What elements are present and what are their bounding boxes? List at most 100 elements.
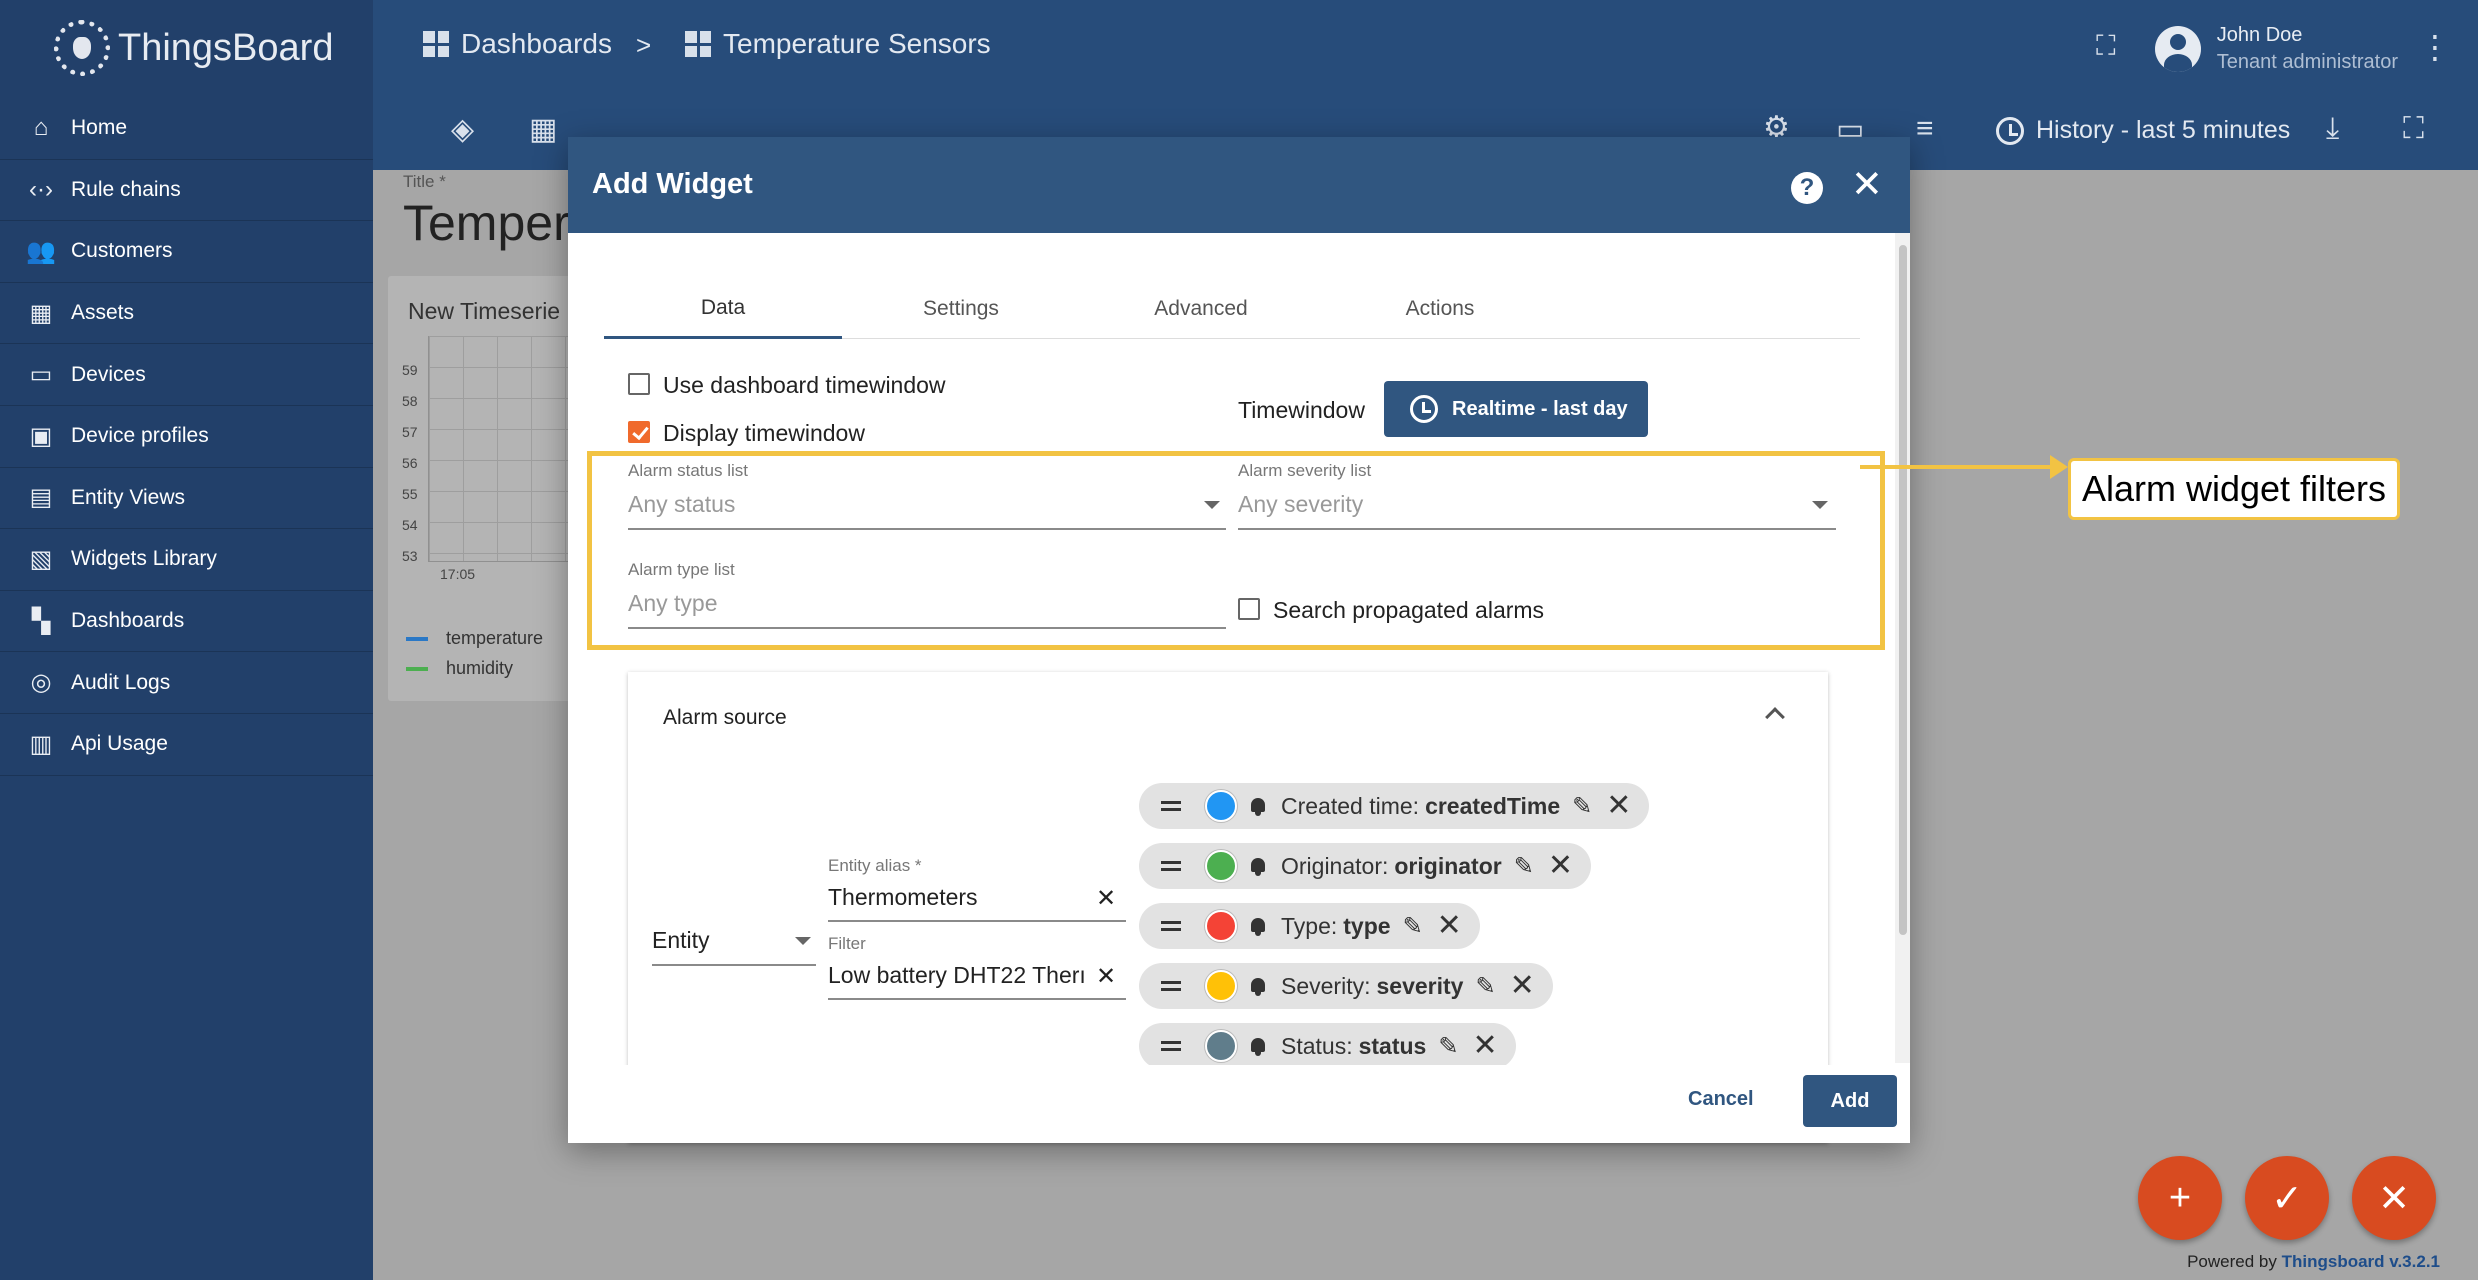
edit-icon[interactable]: ✎ xyxy=(1475,972,1495,1001)
alarm-source-title: Alarm source xyxy=(663,706,787,729)
drag-handle-icon[interactable] xyxy=(1161,801,1181,811)
entity-views-icon: ▤ xyxy=(29,484,53,512)
sidebar-item-customers[interactable]: 👥 Customers xyxy=(0,221,373,283)
close-icon[interactable]: ✕ xyxy=(1851,165,1883,205)
sidebar-item-widgets-library[interactable]: ▧ Widgets Library xyxy=(0,529,373,591)
tab-advanced[interactable]: Advanced xyxy=(1082,279,1320,339)
cancel-button[interactable]: Cancel xyxy=(1688,1088,1754,1111)
alarm-bell-icon xyxy=(1249,976,1267,996)
layers-icon[interactable]: ◈ xyxy=(451,112,474,147)
edit-icon[interactable]: ✎ xyxy=(1572,792,1592,821)
audit-logs-icon: ◎ xyxy=(30,669,52,697)
remove-icon[interactable]: ✕ xyxy=(1510,971,1535,1001)
assets-icon: ▦ xyxy=(29,299,53,327)
help-icon[interactable]: ? xyxy=(1791,172,1823,204)
remove-icon[interactable]: ✕ xyxy=(1437,911,1462,941)
color-swatch xyxy=(1205,850,1237,882)
title-label: Title * xyxy=(403,172,446,191)
data-key-chip[interactable]: Status: status ✎ ✕ xyxy=(1139,1023,1516,1069)
decline-changes-fab[interactable]: ✕ xyxy=(2352,1156,2436,1240)
y-tick: 57 xyxy=(402,424,418,440)
edit-icon[interactable]: ✎ xyxy=(1438,1032,1458,1061)
powered-link[interactable]: Thingsboard v.3.2.1 xyxy=(2282,1252,2440,1271)
use-dashboard-timewindow-label: Use dashboard timewindow xyxy=(663,372,946,398)
display-timewindow-checkbox[interactable] xyxy=(628,421,650,443)
fullscreen-icon[interactable]: ⛶ xyxy=(2096,30,2116,63)
fullscreen-dashboard-icon[interactable]: ⛶ xyxy=(2403,112,2424,146)
y-tick: 56 xyxy=(402,455,418,471)
more-vert-icon[interactable]: ⋮ xyxy=(2419,28,2451,66)
title-value[interactable]: Temper xyxy=(403,194,570,252)
device-profile-icon: ▣ xyxy=(29,422,53,450)
alarm-bell-icon xyxy=(1249,916,1267,936)
app-name: ThingsBoard xyxy=(118,26,334,69)
filter-icon[interactable]: ≡ xyxy=(1916,112,1934,146)
data-key-chip[interactable]: Originator: originator ✎ ✕ xyxy=(1139,843,1591,889)
drag-handle-icon[interactable] xyxy=(1161,921,1181,931)
clear-alias-icon[interactable]: ✕ xyxy=(1096,884,1116,913)
plus-icon: + xyxy=(2168,1176,2192,1219)
close-icon: ✕ xyxy=(2378,1177,2410,1220)
data-key-chip[interactable]: Created time: createdTime ✎ ✕ xyxy=(1139,783,1650,829)
color-swatch xyxy=(1205,970,1237,1002)
source-type-select[interactable]: Entity xyxy=(652,927,710,954)
clock-icon xyxy=(1410,395,1438,423)
use-dashboard-timewindow-checkbox[interactable] xyxy=(628,373,650,395)
logo[interactable]: ThingsBoard xyxy=(54,18,333,78)
tab-settings[interactable]: Settings xyxy=(842,279,1080,339)
edit-icon[interactable]: ✎ xyxy=(1403,912,1423,941)
sidebar-item-api-usage[interactable]: ▥ Api Usage xyxy=(0,714,373,776)
add-button[interactable]: Add xyxy=(1803,1075,1897,1127)
tab-actions[interactable]: Actions xyxy=(1321,279,1559,339)
sidebar-item-dashboards[interactable]: ▚ Dashboards xyxy=(0,591,373,653)
alarm-filters-highlight xyxy=(587,451,1885,650)
alarm-bell-icon xyxy=(1249,1036,1267,1056)
filter-input[interactable]: Low battery DHT22 Therı xyxy=(828,962,1090,989)
widgets-icon: ▧ xyxy=(29,545,53,573)
color-swatch xyxy=(1205,910,1237,942)
home-icon: ⌂ xyxy=(33,114,49,142)
chevron-up-icon[interactable] xyxy=(1765,707,1785,727)
color-swatch xyxy=(1205,790,1237,822)
dashboards-icon: ▚ xyxy=(31,607,51,635)
breadcrumb-current[interactable]: Temperature Sensors xyxy=(685,28,991,60)
tab-data[interactable]: Data xyxy=(604,279,842,339)
remove-icon[interactable]: ✕ xyxy=(1548,851,1573,881)
sidebar-item-audit-logs[interactable]: ◎ Audit Logs xyxy=(0,652,373,714)
color-swatch xyxy=(1205,1030,1237,1062)
breadcrumb-dashboards[interactable]: Dashboards xyxy=(423,28,612,60)
legend-item[interactable]: temperature xyxy=(406,628,543,649)
chevron-down-icon xyxy=(795,937,811,945)
apply-changes-fab[interactable]: ✓ xyxy=(2245,1156,2329,1240)
sidebar-item-device-profiles[interactable]: ▣ Device profiles xyxy=(0,406,373,468)
layout-icon[interactable]: ▦ xyxy=(529,112,557,147)
y-tick: 55 xyxy=(402,486,418,502)
add-widget-fab[interactable]: + xyxy=(2138,1156,2222,1240)
drag-handle-icon[interactable] xyxy=(1161,1041,1181,1051)
drag-handle-icon[interactable] xyxy=(1161,861,1181,871)
timewindow-button[interactable]: Realtime - last day xyxy=(1384,381,1648,437)
legend-item[interactable]: humidity xyxy=(406,658,513,679)
download-icon[interactable]: ⤓ xyxy=(2326,112,2339,146)
remove-icon[interactable]: ✕ xyxy=(1472,1031,1497,1061)
remove-icon[interactable]: ✕ xyxy=(1606,791,1631,821)
entity-alias-input[interactable]: Thermometers xyxy=(828,884,978,911)
sidebar-item-devices[interactable]: ▭ Devices xyxy=(0,344,373,406)
scrollbar-thumb[interactable] xyxy=(1899,245,1907,935)
drag-handle-icon[interactable] xyxy=(1161,981,1181,991)
rule-chain-icon: ‹·› xyxy=(29,175,53,203)
user-menu[interactable]: John Doe Tenant administrator xyxy=(2154,22,2398,76)
sidebar-item-assets[interactable]: ▦ Assets xyxy=(0,283,373,345)
clear-filter-icon[interactable]: ✕ xyxy=(1096,962,1116,991)
data-key-chip[interactable]: Severity: severity ✎ ✕ xyxy=(1139,963,1553,1009)
edit-icon[interactable]: ✎ xyxy=(1514,852,1534,881)
history-timewindow[interactable]: History - last 5 minutes xyxy=(1996,116,2290,145)
sidebar-item-home[interactable]: ⌂ Home xyxy=(0,98,373,160)
thingsboard-logo-icon xyxy=(54,20,110,76)
widget-title: New Timeserie xyxy=(408,298,561,324)
sidebar-item-rule-chains[interactable]: ‹·› Rule chains xyxy=(0,160,373,222)
devices-icon: ▭ xyxy=(29,361,53,389)
sidebar-item-entity-views[interactable]: ▤ Entity Views xyxy=(0,468,373,530)
powered-by: Powered by Thingsboard v.3.2.1 xyxy=(2187,1252,2440,1271)
data-key-chip[interactable]: Type: type ✎ ✕ xyxy=(1139,903,1480,949)
